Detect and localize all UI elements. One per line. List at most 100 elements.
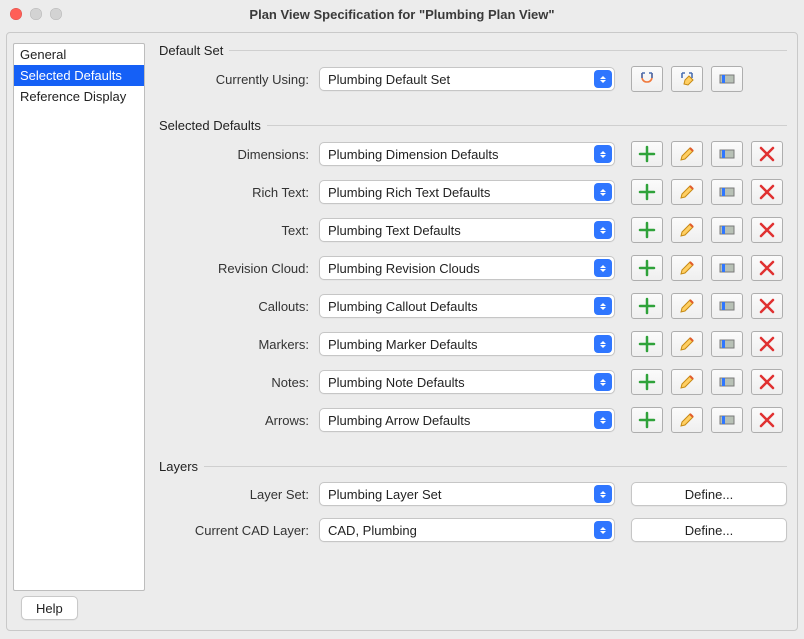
- row-label: Revision Cloud:: [159, 261, 319, 276]
- row-label: Notes:: [159, 375, 319, 390]
- row-label: Markers:: [159, 337, 319, 352]
- select-value: Plumbing Default Set: [328, 72, 450, 87]
- add-button[interactable]: [631, 179, 663, 205]
- restore-defaults-button[interactable]: [631, 66, 663, 92]
- dropdown-arrows-icon: [594, 297, 612, 315]
- painter-button[interactable]: [711, 331, 743, 357]
- titlebar: Plan View Specification for "Plumbing Pl…: [0, 0, 804, 28]
- legend-layers: Layers: [159, 459, 204, 474]
- select-value: Plumbing Layer Set: [328, 487, 441, 502]
- sidebar-item-general[interactable]: General: [14, 44, 144, 65]
- row-select[interactable]: Plumbing Callout Defaults: [319, 294, 615, 318]
- painter-button[interactable]: [711, 179, 743, 205]
- label-currently-using: Currently Using:: [159, 72, 319, 87]
- dropdown-arrows-icon: [594, 485, 612, 503]
- select-currently-using[interactable]: Plumbing Default Set: [319, 67, 615, 91]
- delete-button[interactable]: [751, 141, 783, 167]
- edit-button[interactable]: [671, 331, 703, 357]
- painter-button[interactable]: [711, 217, 743, 243]
- edit-button[interactable]: [671, 255, 703, 281]
- selected-default-row: Arrows: Plumbing Arrow Defaults: [159, 407, 787, 433]
- selected-default-row: Text: Plumbing Text Defaults: [159, 217, 787, 243]
- add-button[interactable]: [631, 369, 663, 395]
- edit-button[interactable]: [671, 369, 703, 395]
- selected-default-row: Notes:Plumbing Note Defaults: [159, 369, 787, 395]
- row-select[interactable]: Plumbing Revision Clouds: [319, 256, 615, 280]
- select-value: CAD, Plumbing: [328, 523, 417, 538]
- row-label: Callouts:: [159, 299, 319, 314]
- row-label: Text:: [159, 223, 319, 238]
- content-panel: Default Set Currently Using: Plumbing De…: [145, 43, 787, 590]
- painter-button[interactable]: [711, 255, 743, 281]
- add-button[interactable]: [631, 331, 663, 357]
- painter-button[interactable]: [711, 141, 743, 167]
- painter-button[interactable]: [711, 369, 743, 395]
- select-value: Plumbing Arrow Defaults: [328, 413, 470, 428]
- delete-button[interactable]: [751, 331, 783, 357]
- row-select[interactable]: Plumbing Dimension Defaults: [319, 142, 615, 166]
- dialog-body: General Selected Defaults Reference Disp…: [6, 32, 798, 631]
- dropdown-arrows-icon: [594, 221, 612, 239]
- zoom-icon: [50, 8, 62, 20]
- select-cad-layer[interactable]: CAD, Plumbing: [319, 518, 615, 542]
- delete-button[interactable]: [751, 179, 783, 205]
- add-button[interactable]: [631, 141, 663, 167]
- section-default-set: Default Set Currently Using: Plumbing De…: [159, 43, 787, 104]
- window-title: Plan View Specification for "Plumbing Pl…: [249, 7, 554, 22]
- row-select[interactable]: Plumbing Rich Text Defaults: [319, 180, 615, 204]
- selected-default-row: Callouts: Plumbing Callout Defaults: [159, 293, 787, 319]
- dropdown-arrows-icon: [594, 373, 612, 391]
- select-layer-set[interactable]: Plumbing Layer Set: [319, 482, 615, 506]
- delete-button[interactable]: [751, 407, 783, 433]
- dropdown-arrows-icon: [594, 145, 612, 163]
- delete-button[interactable]: [751, 255, 783, 281]
- dropdown-arrows-icon: [594, 70, 612, 88]
- sidebar-item-selected-defaults[interactable]: Selected Defaults: [14, 65, 144, 86]
- dropdown-arrows-icon: [594, 411, 612, 429]
- select-value: Plumbing Text Defaults: [328, 223, 461, 238]
- edit-button[interactable]: [671, 293, 703, 319]
- delete-button[interactable]: [751, 217, 783, 243]
- edit-button[interactable]: [671, 407, 703, 433]
- row-label: Rich Text:: [159, 185, 319, 200]
- selected-default-row: Dimensions:Plumbing Dimension Defaults: [159, 141, 787, 167]
- painter-button[interactable]: [711, 293, 743, 319]
- row-select[interactable]: Plumbing Note Defaults: [319, 370, 615, 394]
- selected-default-row: Rich Text: Plumbing Rich Text Defaults: [159, 179, 787, 205]
- legend-default-set: Default Set: [159, 43, 229, 58]
- define-layer-set-button[interactable]: Define...: [631, 482, 787, 506]
- dropdown-arrows-icon: [594, 259, 612, 277]
- sidebar-item-reference-display[interactable]: Reference Display: [14, 86, 144, 107]
- dropdown-arrows-icon: [594, 521, 612, 539]
- select-value: Plumbing Revision Clouds: [328, 261, 480, 276]
- close-icon[interactable]: [10, 8, 22, 20]
- row-select[interactable]: Plumbing Text Defaults: [319, 218, 615, 242]
- add-button[interactable]: [631, 217, 663, 243]
- edit-button[interactable]: [671, 179, 703, 205]
- selected-default-row: Markers:Plumbing Marker Defaults: [159, 331, 787, 357]
- section-selected-defaults: Selected Defaults Dimensions:Plumbing Di…: [159, 118, 787, 445]
- define-cad-layer-button[interactable]: Define...: [631, 518, 787, 542]
- selected-default-row: Revision Cloud: Plumbing Revision Clouds: [159, 255, 787, 281]
- edit-button[interactable]: [671, 141, 703, 167]
- dropdown-arrows-icon: [594, 335, 612, 353]
- add-button[interactable]: [631, 255, 663, 281]
- row-select[interactable]: Plumbing Arrow Defaults: [319, 408, 615, 432]
- delete-button[interactable]: [751, 293, 783, 319]
- edit-defaults-button[interactable]: [671, 66, 703, 92]
- select-value: Plumbing Rich Text Defaults: [328, 185, 490, 200]
- dropdown-arrows-icon: [594, 183, 612, 201]
- row-label: Arrows:: [159, 413, 319, 428]
- window-controls: [10, 8, 62, 20]
- add-button[interactable]: [631, 293, 663, 319]
- sidebar[interactable]: General Selected Defaults Reference Disp…: [13, 43, 145, 591]
- painter-button[interactable]: [711, 407, 743, 433]
- painter-defaults-button[interactable]: [711, 66, 743, 92]
- label-layer-set: Layer Set:: [159, 487, 319, 502]
- edit-button[interactable]: [671, 217, 703, 243]
- add-button[interactable]: [631, 407, 663, 433]
- delete-button[interactable]: [751, 369, 783, 395]
- help-button[interactable]: Help: [21, 596, 78, 620]
- select-value: Plumbing Callout Defaults: [328, 299, 478, 314]
- row-select[interactable]: Plumbing Marker Defaults: [319, 332, 615, 356]
